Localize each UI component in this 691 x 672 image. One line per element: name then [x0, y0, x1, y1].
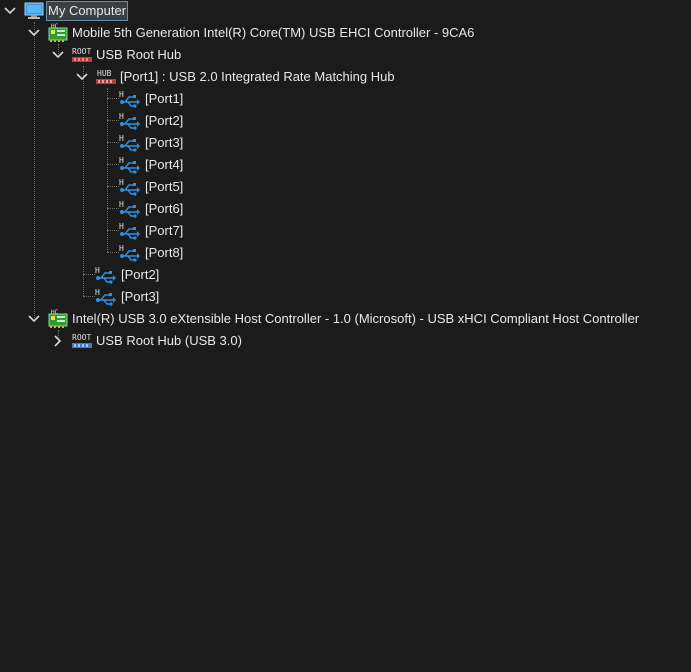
- tree-row-xhci-root-hub[interactable]: ROOT USB Root Hub (USB 3.0): [0, 330, 691, 352]
- tree-row-port1-hub[interactable]: HUB [Port1] : USB 2.0 Integrated Rate Ma…: [0, 66, 691, 88]
- chevron-right-icon: [54, 335, 62, 347]
- usb-port-icon: H: [95, 287, 117, 307]
- tree-node-label[interactable]: Intel(R) USB 3.0 eXtensible Host Control…: [70, 308, 641, 330]
- svg-text:H: H: [119, 244, 124, 253]
- host-controller-icon: HC: [48, 23, 68, 43]
- tree-node-label[interactable]: [Port7]: [143, 220, 185, 242]
- collapse-toggle[interactable]: [74, 66, 90, 88]
- svg-text:ROOT: ROOT: [72, 47, 91, 56]
- collapse-toggle[interactable]: [26, 308, 42, 330]
- usb-port-icon: H: [119, 177, 141, 197]
- collapse-toggle[interactable]: [50, 44, 66, 66]
- tree-node-label[interactable]: [Port4]: [143, 154, 185, 176]
- root-hub-icon: ROOT: [72, 45, 92, 65]
- svg-text:H: H: [95, 266, 100, 275]
- chevron-down-icon: [52, 51, 64, 59]
- tree-node-label[interactable]: [Port3]: [119, 286, 161, 308]
- tree-row-port[interactable]: H [Port3]: [0, 286, 691, 308]
- tree-node-label[interactable]: My Computer: [46, 1, 129, 21]
- tree-node-label[interactable]: [Port5]: [143, 176, 185, 198]
- svg-text:HC: HC: [51, 23, 59, 30]
- svg-text:H: H: [119, 112, 124, 121]
- tree-node-label[interactable]: [Port1] : USB 2.0 Integrated Rate Matchi…: [118, 66, 397, 88]
- tree-node-label[interactable]: USB Root Hub: [94, 44, 183, 66]
- usb-port-icon: H: [119, 243, 141, 263]
- chevron-down-icon: [28, 29, 40, 37]
- svg-text:HC: HC: [51, 309, 59, 316]
- tree-row-ehci-root-hub[interactable]: ROOT USB Root Hub: [0, 44, 691, 66]
- usb-port-icon: H: [119, 111, 141, 131]
- tree-row-port[interactable]: H [Port1]: [0, 88, 691, 110]
- tree-row-port[interactable]: H [Port2]: [0, 264, 691, 286]
- collapse-toggle[interactable]: [26, 22, 42, 44]
- svg-text:H: H: [119, 156, 124, 165]
- tree-node-label[interactable]: [Port2]: [119, 264, 161, 286]
- chevron-down-icon: [76, 73, 88, 81]
- hub-icon: HUB: [96, 67, 116, 87]
- computer-icon: [24, 1, 44, 21]
- svg-text:H: H: [119, 90, 124, 99]
- tree-node-label[interactable]: Mobile 5th Generation Intel(R) Core(TM) …: [70, 22, 476, 44]
- tree-row-port[interactable]: H [Port8]: [0, 242, 691, 264]
- tree-node-label[interactable]: [Port2]: [143, 110, 185, 132]
- svg-text:ROOT: ROOT: [72, 333, 91, 342]
- chevron-down-icon: [28, 315, 40, 323]
- collapse-toggle[interactable]: [2, 0, 18, 22]
- device-tree[interactable]: My Computer HC Mobile 5th Generation Int…: [0, 0, 691, 672]
- tree-node-label[interactable]: [Port8]: [143, 242, 185, 264]
- tree-row-port[interactable]: H [Port5]: [0, 176, 691, 198]
- svg-text:H: H: [119, 134, 124, 143]
- svg-text:H: H: [95, 288, 100, 297]
- tree-row-port[interactable]: H [Port7]: [0, 220, 691, 242]
- svg-text:H: H: [119, 178, 124, 187]
- tree-node-label[interactable]: [Port1]: [143, 88, 185, 110]
- usb-port-icon: H: [119, 89, 141, 109]
- chevron-down-icon: [4, 7, 16, 15]
- expand-toggle[interactable]: [50, 330, 66, 352]
- root-hub-icon: ROOT: [72, 331, 92, 351]
- svg-text:H: H: [119, 200, 124, 209]
- tree-row-port[interactable]: H [Port3]: [0, 132, 691, 154]
- usb-port-icon: H: [119, 133, 141, 153]
- tree-row-xhci-controller[interactable]: HC Intel(R) USB 3.0 eXtensible Host Cont…: [0, 308, 691, 330]
- tree-row-ehci-controller[interactable]: HC Mobile 5th Generation Intel(R) Core(T…: [0, 22, 691, 44]
- usb-port-icon: H: [95, 265, 117, 285]
- tree-row-my-computer[interactable]: My Computer: [0, 0, 691, 22]
- tree-row-port[interactable]: H [Port4]: [0, 154, 691, 176]
- tree-row-port[interactable]: H [Port6]: [0, 198, 691, 220]
- svg-text:HUB: HUB: [97, 69, 112, 78]
- usb-port-icon: H: [119, 155, 141, 175]
- svg-text:H: H: [119, 222, 124, 231]
- tree-row-port[interactable]: H [Port2]: [0, 110, 691, 132]
- tree-node-label[interactable]: [Port6]: [143, 198, 185, 220]
- usb-port-icon: H: [119, 221, 141, 241]
- usb-port-icon: H: [119, 199, 141, 219]
- host-controller-icon: HC: [48, 309, 68, 329]
- tree-node-label[interactable]: USB Root Hub (USB 3.0): [94, 330, 244, 352]
- tree-node-label[interactable]: [Port3]: [143, 132, 185, 154]
